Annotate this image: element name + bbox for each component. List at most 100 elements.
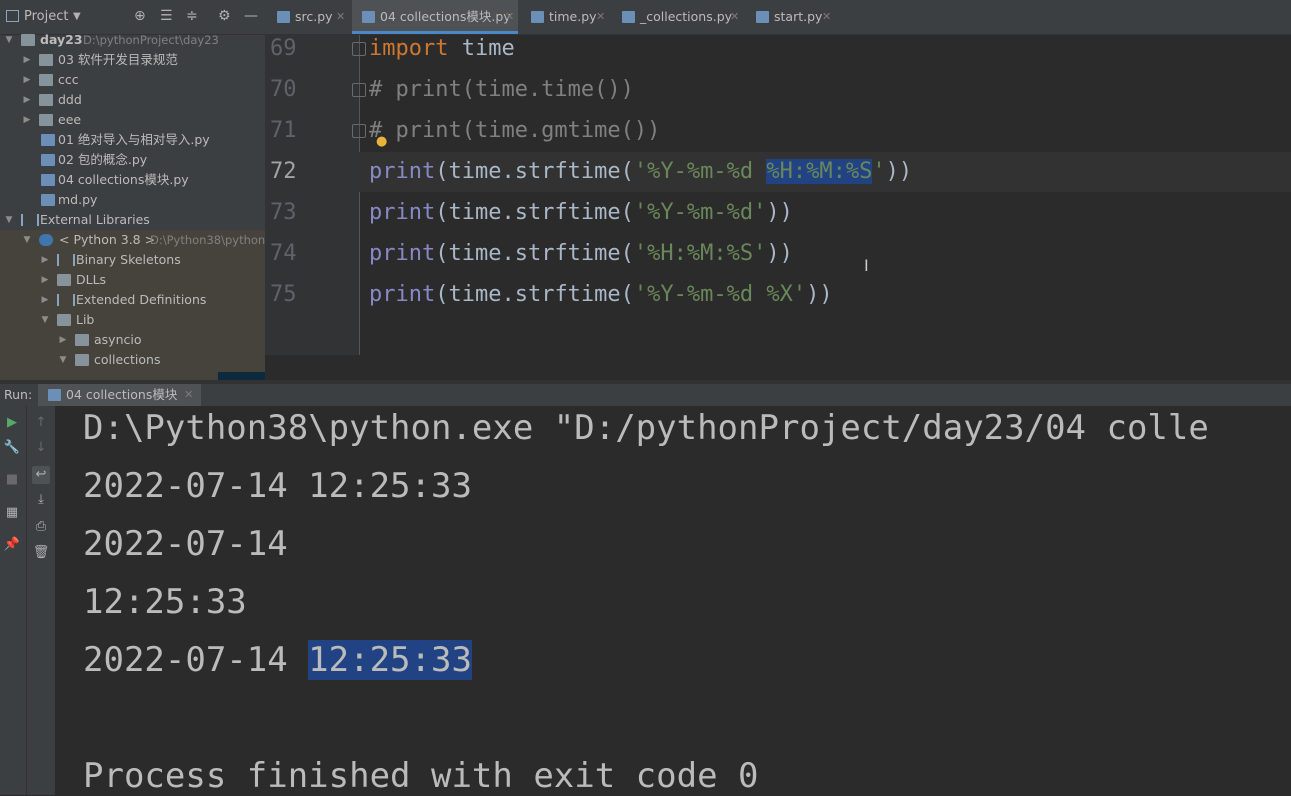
tree-item-file[interactable]: 01 绝对导入与相对导入.py — [0, 130, 265, 150]
tree-item-label: ccc — [58, 72, 79, 87]
chevron-right-icon[interactable]: ▶ — [40, 270, 50, 290]
line-number: 71 — [270, 118, 297, 143]
tree-item-lib[interactable]: ▶ Extended Definitions — [0, 290, 265, 310]
chevron-right-icon[interactable]: ▶ — [58, 330, 68, 350]
line-number: 74 — [270, 241, 297, 266]
chevron-down-icon[interactable]: ▼ — [4, 210, 14, 230]
tree-item-folder[interactable]: ▶ ccc — [0, 70, 265, 90]
text-cursor-icon: I — [864, 256, 869, 275]
wrench-icon[interactable]: 🔧 — [3, 439, 21, 457]
tree-item-file[interactable]: 02 包的概念.py — [0, 150, 265, 170]
hide-icon[interactable]: — — [244, 8, 258, 24]
python-file-icon — [622, 11, 635, 23]
code-token: print — [369, 282, 436, 307]
tree-item-lib[interactable]: ▶ DLLs — [0, 270, 265, 290]
tree-item-python-sdk[interactable]: ▼ < Python 3.8 > D:\Python38\python — [0, 230, 265, 250]
tab-start[interactable]: start.py ✕ — [746, 0, 834, 34]
expand-all-icon[interactable]: ☰ — [160, 8, 173, 24]
tree-item-lib[interactable]: ▶ asyncio — [0, 330, 265, 350]
tree-item-folder[interactable]: ▶ ddd — [0, 90, 265, 110]
tree-item-file[interactable]: 04 collections模块.py — [0, 170, 265, 190]
tree-item-label: Extended Definitions — [76, 292, 207, 307]
tab-04-collections[interactable]: 04 collections模块.py ✕ — [352, 0, 518, 34]
collapse-all-icon[interactable]: ≑ — [186, 8, 198, 24]
chevron-down-icon[interactable]: ▼ — [73, 11, 81, 22]
code-token: )) — [766, 200, 793, 225]
project-view-icon[interactable] — [6, 10, 19, 22]
pin-icon[interactable]: 📌 — [3, 536, 21, 554]
arrow-down-icon[interactable]: ↓ — [32, 439, 50, 457]
chevron-down-icon[interactable]: ▼ — [58, 350, 68, 370]
tree-item-lib[interactable]: ▶ Binary Skeletons — [0, 250, 265, 270]
trash-icon[interactable]: 🗑 — [32, 544, 50, 562]
tab-src[interactable]: src.py ✕ — [267, 0, 345, 34]
python-file-icon — [277, 11, 290, 23]
tree-item-folder[interactable]: ▶ eee — [0, 110, 265, 130]
editor-tab-bar: src.py ✕ 04 collections模块.py ✕ time.py ✕… — [265, 0, 1291, 35]
close-icon[interactable]: ✕ — [505, 0, 514, 34]
fold-marker-icon[interactable] — [352, 42, 366, 56]
line-number: 72 — [270, 159, 297, 184]
locate-icon[interactable]: ⊕ — [134, 8, 146, 24]
tree-item-label: asyncio — [94, 332, 142, 347]
close-icon[interactable]: ✕ — [184, 384, 193, 406]
tree-item-label: 03 软件开发目录规范 — [58, 52, 178, 67]
chevron-down-icon[interactable]: ▼ — [22, 230, 32, 250]
chevron-right-icon[interactable]: ▶ — [22, 50, 32, 70]
close-icon[interactable]: ✕ — [730, 0, 739, 34]
arrow-up-icon[interactable]: ↑ — [32, 414, 50, 432]
chevron-right-icon[interactable]: ▶ — [22, 110, 32, 130]
stop-icon[interactable]: ■ — [3, 471, 21, 489]
code-token: ' — [872, 159, 886, 184]
console-selection: 12:25:33 — [308, 640, 472, 680]
chevron-down-icon[interactable]: ▼ — [40, 310, 50, 330]
chevron-right-icon[interactable]: ▶ — [40, 250, 50, 270]
layout-icon[interactable]: ▦ — [3, 504, 21, 522]
library-icon — [21, 214, 39, 226]
chevron-down-icon[interactable]: ▼ — [4, 30, 14, 50]
soft-wrap-icon[interactable]: ↩ — [32, 466, 50, 484]
code-token: (time.strftime( — [435, 282, 634, 307]
tab-label: 04 collections模块.py — [380, 9, 511, 24]
tree-item-external-libraries[interactable]: ▼ External Libraries — [0, 210, 265, 230]
run-toolbar-right: ↑ ↓ ↩ ⤓ ⎙ 🗑 — [26, 406, 55, 795]
chevron-right-icon[interactable]: ▶ — [40, 290, 50, 310]
tree-item-lib[interactable]: ▼ collections — [0, 350, 265, 370]
tree-item-label: 04 collections模块.py — [58, 172, 189, 187]
gear-icon[interactable]: ⚙ — [218, 8, 231, 24]
run-tab[interactable]: 04 collections模块 ✕ — [38, 384, 202, 408]
line-number: 70 — [270, 77, 297, 102]
code-token: import — [369, 36, 449, 61]
tree-item-day23[interactable]: ▼ day23 D:\pythonProject\day23 — [0, 30, 265, 50]
python-file-icon — [362, 11, 375, 23]
tree-item-folder[interactable]: ▶ 03 软件开发目录规范 — [0, 50, 265, 70]
code-token: '%Y-%m-%d %X' — [633, 282, 807, 307]
chevron-right-icon[interactable]: ▶ — [22, 90, 32, 110]
scroll-to-end-icon[interactable]: ⤓ — [32, 491, 50, 509]
code-token: '%H:%M:%S' — [633, 241, 767, 266]
chevron-right-icon[interactable]: ▶ — [22, 70, 32, 90]
tree-item-lib[interactable]: ▼ Lib — [0, 310, 265, 330]
tab-_collections[interactable]: _collections.py ✕ — [612, 0, 740, 34]
console-output-line: 2022-07-14 12:25:33 — [83, 640, 472, 680]
project-view-selector[interactable]: Project — [24, 9, 68, 24]
print-icon[interactable]: ⎙ — [32, 518, 50, 536]
code-token: print — [369, 159, 436, 184]
fold-marker-icon[interactable] — [352, 124, 366, 138]
close-icon[interactable]: ✕ — [596, 0, 605, 34]
tab-time[interactable]: time.py ✕ — [521, 0, 605, 34]
close-icon[interactable]: ✕ — [822, 0, 831, 34]
folder-icon — [57, 314, 71, 326]
rerun-icon[interactable]: ▶ — [3, 414, 21, 432]
package-folder-icon — [39, 114, 53, 126]
tree-item-label: Binary Skeletons — [76, 252, 181, 267]
code-token: '%Y-%m-%d' — [633, 200, 767, 225]
folder-icon — [57, 274, 71, 286]
package-folder-icon — [75, 354, 89, 366]
fold-marker-icon[interactable] — [352, 83, 366, 97]
tree-item-path: D:\pythonProject\day23 — [83, 33, 219, 47]
tree-item-label: day23 — [40, 32, 83, 47]
tree-item-file[interactable]: md.py — [0, 190, 265, 210]
close-icon[interactable]: ✕ — [336, 0, 345, 34]
console-output-line: 2022-07-14 — [83, 524, 288, 564]
